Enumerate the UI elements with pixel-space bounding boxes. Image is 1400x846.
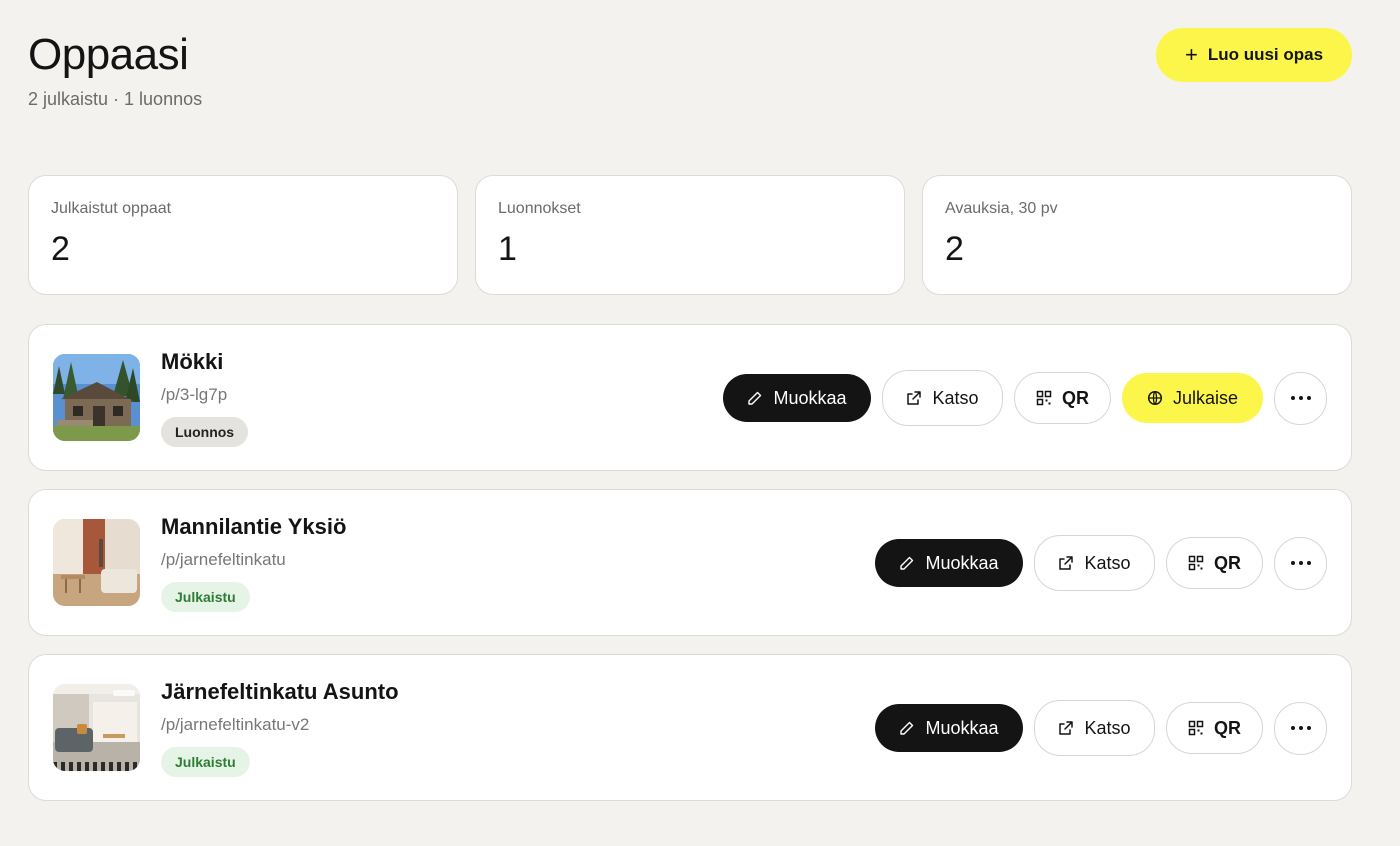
qr-code-icon — [1188, 555, 1204, 571]
page-subtitle: 2 julkaistu · 1 luonnos — [28, 89, 203, 109]
guide-info: Järnefeltinkatu Asunto /p/jarnefeltinkat… — [161, 679, 399, 777]
edit-button[interactable]: Muokkaa — [723, 374, 871, 422]
guide-actions: Muokkaa Katso QR Julkaise — [723, 370, 1327, 426]
guide-thumbnail-studio — [53, 519, 140, 606]
guide-card-mokki: Mökki /p/3-lg7p Luonnos Muokkaa Katso QR — [28, 324, 1352, 471]
qr-button[interactable]: QR — [1166, 537, 1263, 589]
stat-value: 2 — [51, 230, 70, 268]
guide-slug: /p/jarnefeltinkatu — [161, 550, 286, 569]
guide-title: Järnefeltinkatu Asunto — [161, 679, 399, 704]
qr-button[interactable]: QR — [1166, 702, 1263, 754]
stats-row: Julkaistut oppaat 2 Luonnokset 1 Avauksi… — [28, 175, 1352, 295]
globe-icon — [1147, 390, 1163, 406]
edit-button[interactable]: Muokkaa — [875, 539, 1023, 587]
create-guide-label: Luo uusi opas — [1207, 45, 1324, 64]
stat-label: Avauksia, 30 pv — [945, 200, 1058, 217]
view-button[interactable]: Katso — [1034, 700, 1155, 756]
page-title: Oppaasi — [28, 30, 189, 79]
qr-label: QR — [1214, 717, 1241, 738]
qr-code-icon — [1188, 720, 1204, 736]
view-button[interactable]: Katso — [882, 370, 1003, 426]
more-horizontal-icon — [1290, 396, 1311, 400]
page-header: Oppaasi 2 julkaistu · 1 luonnos + Luo uu… — [28, 0, 1352, 130]
more-options-button[interactable] — [1274, 701, 1327, 755]
plus-icon: + — [1184, 42, 1198, 67]
apartment-photo-icon — [53, 684, 140, 771]
studio-photo-icon — [53, 519, 140, 606]
qr-button[interactable]: QR — [1014, 372, 1111, 424]
external-link-icon — [1059, 556, 1074, 570]
external-link-icon — [1059, 721, 1074, 735]
external-link-icon — [907, 391, 922, 405]
pencil-icon — [900, 556, 914, 570]
more-options-button[interactable] — [1274, 536, 1327, 590]
guide-slug: /p/3-lg7p — [161, 385, 228, 404]
guide-card-jarnefeltinkatu: Järnefeltinkatu Asunto /p/jarnefeltinkat… — [28, 654, 1352, 801]
qr-code-icon — [1036, 390, 1052, 406]
publish-button[interactable]: Julkaise — [1122, 373, 1263, 423]
stat-label: Julkaistut oppaat — [51, 200, 172, 217]
guide-title: Mannilantie Yksiö — [161, 514, 347, 539]
stat-card-drafts: Luonnokset 1 — [475, 175, 905, 295]
create-guide-button[interactable]: + Luo uusi opas — [1156, 28, 1352, 82]
view-label: Katso — [1084, 552, 1131, 573]
guide-title: Mökki — [161, 349, 224, 374]
status-badge: Luonnos — [161, 417, 249, 447]
edit-label: Muokkaa — [925, 552, 999, 573]
stat-card-published: Julkaistut oppaat 2 — [28, 175, 458, 295]
guide-actions: Muokkaa Katso QR — [875, 535, 1327, 591]
guide-slug: /p/jarnefeltinkatu-v2 — [161, 715, 310, 734]
guide-info: Mannilantie Yksiö /p/jarnefeltinkatu Jul… — [161, 514, 346, 612]
edit-label: Muokkaa — [773, 387, 847, 408]
guide-actions: Muokkaa Katso QR — [875, 700, 1327, 756]
status-badge: Julkaistu — [161, 747, 250, 777]
more-options-button[interactable] — [1274, 371, 1327, 425]
pencil-icon — [748, 391, 762, 405]
qr-label: QR — [1214, 552, 1241, 573]
view-label: Katso — [932, 387, 979, 408]
view-button[interactable]: Katso — [1034, 535, 1155, 591]
guide-card-mannilantie: Mannilantie Yksiö /p/jarnefeltinkatu Jul… — [28, 489, 1352, 636]
guide-thumbnail-apartment — [53, 684, 140, 771]
guide-list: Mökki /p/3-lg7p Luonnos Muokkaa Katso QR — [28, 324, 1352, 819]
guide-thumbnail-cabin — [53, 354, 140, 441]
edit-button[interactable]: Muokkaa — [875, 704, 1023, 752]
more-horizontal-icon — [1290, 726, 1311, 730]
pencil-icon — [900, 721, 914, 735]
guides-page: Oppaasi 2 julkaistu · 1 luonnos + Luo uu… — [0, 0, 1400, 846]
guide-info: Mökki /p/3-lg7p Luonnos — [161, 349, 249, 447]
more-horizontal-icon — [1290, 561, 1311, 565]
status-badge: Julkaistu — [161, 582, 250, 612]
stat-value: 2 — [945, 230, 964, 268]
stat-value: 1 — [498, 230, 517, 268]
stat-label: Luonnokset — [498, 200, 581, 217]
qr-label: QR — [1062, 387, 1089, 408]
publish-label: Julkaise — [1172, 387, 1239, 408]
view-label: Katso — [1084, 717, 1131, 738]
cabin-photo-icon — [53, 354, 140, 441]
stat-card-opens: Avauksia, 30 pv 2 — [922, 175, 1352, 295]
edit-label: Muokkaa — [925, 717, 999, 738]
